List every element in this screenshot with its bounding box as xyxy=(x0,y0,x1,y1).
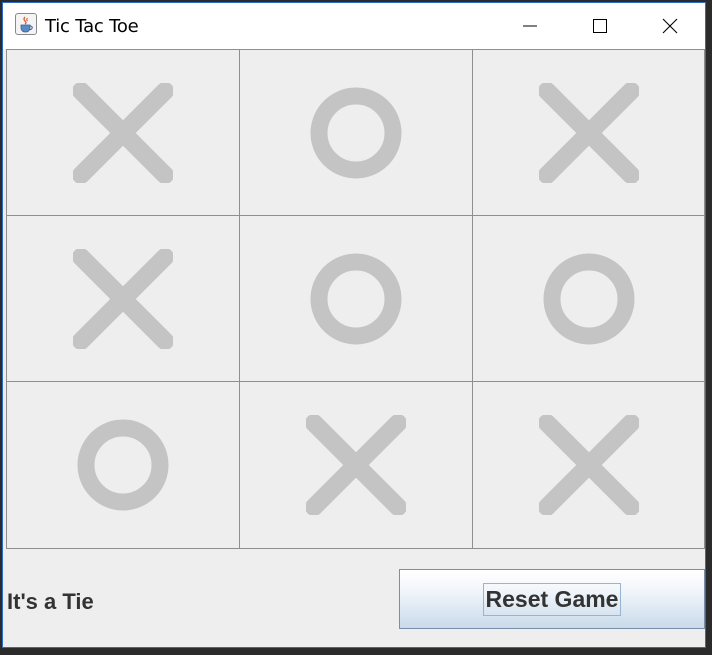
board-cell-4[interactable] xyxy=(6,215,240,382)
o-mark-icon xyxy=(310,87,402,178)
maximize-icon xyxy=(593,19,607,33)
game-board xyxy=(6,49,705,549)
close-icon xyxy=(662,18,678,34)
board-cell-9[interactable] xyxy=(472,381,705,549)
x-mark-icon xyxy=(73,82,173,183)
board-cell-3[interactable] xyxy=(472,49,705,216)
x-mark-icon xyxy=(538,82,639,183)
x-mark-icon xyxy=(306,415,406,515)
board-cell-6[interactable] xyxy=(472,215,705,382)
board-cell-1[interactable] xyxy=(6,49,240,216)
o-mark-icon xyxy=(77,419,169,511)
window-title: Tic Tac Toe xyxy=(45,16,139,37)
board-cell-8[interactable] xyxy=(239,381,473,549)
o-mark-icon xyxy=(310,253,402,344)
minimize-button[interactable] xyxy=(495,3,565,49)
minimize-icon xyxy=(523,25,537,27)
x-mark-icon xyxy=(73,248,173,349)
title-bar[interactable]: Tic Tac Toe xyxy=(3,3,705,49)
o-mark-icon xyxy=(543,253,634,344)
java-cup-icon xyxy=(15,13,37,35)
board-cell-7[interactable] xyxy=(6,381,240,549)
board-cell-2[interactable] xyxy=(239,49,473,216)
close-button[interactable] xyxy=(635,3,705,49)
reset-game-label: Reset Game xyxy=(482,582,622,616)
board-cell-5[interactable] xyxy=(239,215,473,382)
reset-game-button[interactable]: Reset Game xyxy=(399,569,705,629)
x-mark-icon xyxy=(538,415,639,515)
game-window: Tic Tac Toe It's a Tie Reset Game xyxy=(2,2,706,648)
game-status-label: It's a Tie xyxy=(7,589,94,614)
maximize-button[interactable] xyxy=(565,3,635,49)
